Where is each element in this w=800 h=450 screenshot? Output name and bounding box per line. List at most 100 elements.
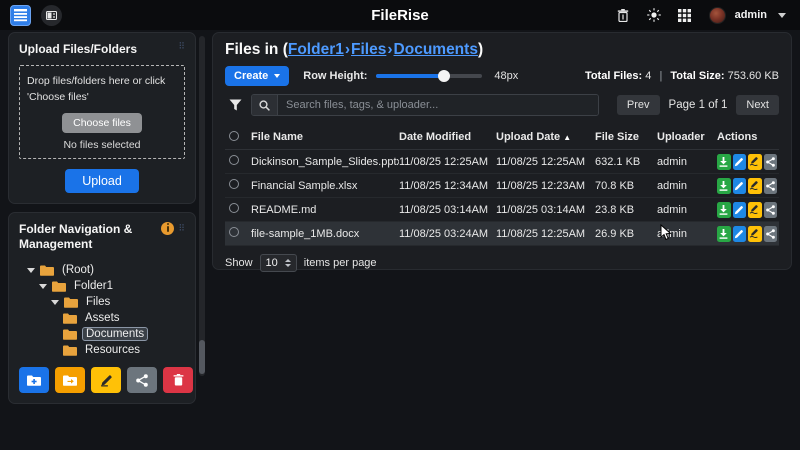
- rename-button[interactable]: [748, 178, 762, 194]
- create-folder-button[interactable]: [19, 367, 49, 393]
- tree-item-label-selected: Documents: [82, 327, 148, 341]
- share-button[interactable]: [764, 154, 778, 170]
- prev-page-button[interactable]: Prev: [617, 95, 660, 115]
- col-header-uploader[interactable]: Uploader: [657, 131, 717, 143]
- file-name[interactable]: Financial Sample.xlsx: [251, 180, 399, 192]
- trash-icon[interactable]: [616, 8, 630, 22]
- file-name[interactable]: README.md: [251, 204, 399, 216]
- breadcrumb-link-documents[interactable]: Documents: [394, 41, 478, 58]
- tree-expand-caret-icon[interactable]: [51, 300, 59, 305]
- share-button[interactable]: [764, 226, 778, 242]
- tree-item-files[interactable]: Files: [19, 294, 185, 310]
- download-button[interactable]: [717, 226, 731, 242]
- col-header-file-name[interactable]: File Name: [251, 131, 399, 143]
- total-size-value: 753.60 KB: [728, 70, 779, 82]
- search-input[interactable]: [278, 95, 598, 115]
- col-header-upload-date[interactable]: Upload Date▲: [496, 131, 595, 143]
- page-status: Page 1 of 1: [669, 99, 728, 111]
- share-folder-button[interactable]: [127, 367, 157, 393]
- pencil-icon: [734, 157, 744, 167]
- theme-toggle-sun-icon[interactable]: [647, 8, 661, 22]
- row-checkbox[interactable]: [229, 203, 239, 213]
- row-checkbox[interactable]: [229, 179, 239, 189]
- share-button[interactable]: [764, 178, 778, 194]
- upload-card-drag-handle-icon[interactable]: ⠿: [178, 42, 185, 51]
- tree-item-documents[interactable]: Documents: [19, 326, 185, 342]
- download-button[interactable]: [717, 202, 731, 218]
- tree-item-label: Assets: [82, 312, 123, 324]
- download-icon: [719, 205, 728, 215]
- tree-item-label: Folder1: [71, 280, 116, 292]
- rename-button[interactable]: [748, 202, 762, 218]
- main-scrollbar-track[interactable]: [199, 36, 205, 376]
- file-dropzone[interactable]: Drop files/folders here or click 'Choose…: [19, 65, 185, 159]
- main-scrollbar-thumb[interactable]: [199, 340, 205, 374]
- create-button[interactable]: Create: [225, 66, 289, 86]
- sidebar-toggle-button[interactable]: [41, 5, 62, 26]
- items-per-page-suffix: items per page: [304, 257, 377, 269]
- row-checkbox[interactable]: [229, 155, 239, 165]
- folder-card-drag-handle-icon[interactable]: ⠿: [178, 224, 185, 233]
- download-button[interactable]: [717, 154, 731, 170]
- table-row[interactable]: Financial Sample.xlsx 11/08/25 12:34AM 1…: [225, 174, 779, 198]
- apps-grid-icon[interactable]: [678, 8, 692, 22]
- tree-item-assets[interactable]: Assets: [19, 310, 185, 326]
- rename-button[interactable]: [748, 154, 762, 170]
- file-size: 26.9 KB: [595, 228, 657, 240]
- breadcrumb-suffix: ): [478, 41, 483, 58]
- info-icon[interactable]: [161, 222, 174, 235]
- folder-icon: [52, 281, 66, 292]
- date-modified: 11/08/25 03:14AM: [399, 204, 496, 216]
- filter-button[interactable]: [225, 95, 245, 115]
- rename-button[interactable]: [748, 226, 762, 242]
- move-folder-button[interactable]: [55, 367, 85, 393]
- edit-button[interactable]: [733, 226, 747, 242]
- row-height-slider[interactable]: [376, 74, 482, 78]
- choose-files-button[interactable]: Choose files: [62, 113, 142, 133]
- file-size: 70.8 KB: [595, 180, 657, 192]
- table-row-hovered[interactable]: file-sample_1MB.docx 11/08/25 03:24AM 11…: [225, 222, 779, 246]
- share-button[interactable]: [764, 202, 778, 218]
- tree-item-folder1[interactable]: Folder1: [19, 278, 185, 294]
- date-modified: 11/08/25 12:25AM: [399, 156, 496, 168]
- file-name[interactable]: file-sample_1MB.docx: [251, 228, 399, 240]
- edit-button[interactable]: [733, 178, 747, 194]
- row-checkbox[interactable]: [229, 227, 239, 237]
- file-size: 23.8 KB: [595, 204, 657, 216]
- tree-expand-caret-icon[interactable]: [27, 268, 35, 273]
- next-page-button[interactable]: Next: [736, 95, 779, 115]
- slider-thumb[interactable]: [438, 70, 450, 82]
- username-label: admin: [735, 9, 767, 21]
- upload-card-title: Upload Files/Folders: [19, 42, 137, 57]
- rename-folder-button[interactable]: [91, 367, 121, 393]
- totals-summary: Total Files: 4 | Total Size: 753.60 KB: [585, 70, 779, 82]
- total-size-label: Total Size:: [670, 70, 724, 82]
- create-button-label: Create: [234, 70, 268, 82]
- folder-action-buttons: [19, 367, 193, 393]
- table-row[interactable]: README.md 11/08/25 03:14AM 11/08/25 03:1…: [225, 198, 779, 222]
- upload-card: Upload Files/Folders ⠿ Drop files/folder…: [8, 32, 196, 204]
- breadcrumb-link-files[interactable]: Files: [351, 41, 386, 58]
- col-header-file-size[interactable]: File Size: [595, 131, 657, 143]
- user-avatar[interactable]: [709, 7, 726, 24]
- user-menu-chevron-down-icon[interactable]: [778, 13, 786, 18]
- tree-item-resources[interactable]: Resources: [19, 342, 185, 358]
- filerise-logo-icon[interactable]: [10, 5, 31, 26]
- items-per-page-select[interactable]: 10: [260, 254, 297, 272]
- select-all-checkbox[interactable]: [229, 131, 239, 141]
- download-button[interactable]: [717, 178, 731, 194]
- file-name[interactable]: Dickinson_Sample_Slides.pptx: [251, 156, 399, 168]
- tree-expand-caret-icon[interactable]: [39, 284, 47, 289]
- table-row[interactable]: Dickinson_Sample_Slides.pptx 11/08/25 12…: [225, 150, 779, 174]
- edit-button[interactable]: [733, 154, 747, 170]
- upload-button[interactable]: Upload: [65, 169, 139, 193]
- delete-folder-button[interactable]: [163, 367, 193, 393]
- tree-item-root[interactable]: (Root): [19, 262, 185, 278]
- folder-tree: (Root) Folder1 Files Assets Documents: [19, 262, 185, 358]
- breadcrumb-separator: ›: [344, 41, 351, 58]
- download-icon: [719, 181, 728, 191]
- edit-button[interactable]: [733, 202, 747, 218]
- col-header-date-modified[interactable]: Date Modified: [399, 131, 496, 143]
- breadcrumb-link-folder1[interactable]: Folder1: [288, 41, 344, 58]
- pencil-icon: [100, 374, 113, 387]
